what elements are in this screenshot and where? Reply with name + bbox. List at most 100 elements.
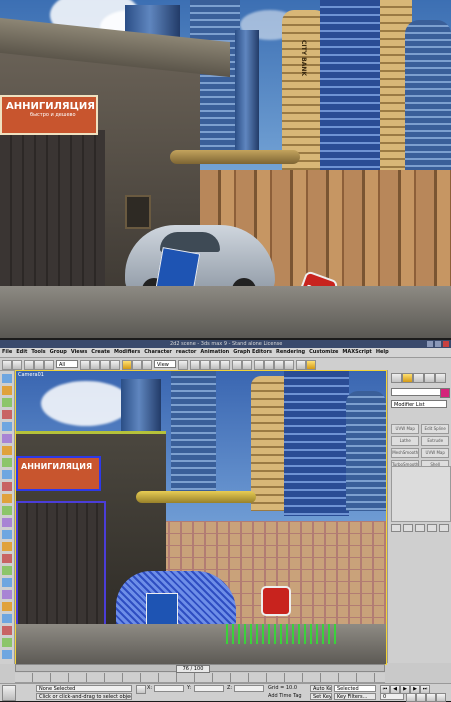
modifier-button[interactable]: Extrude bbox=[421, 436, 449, 446]
tool-icon[interactable] bbox=[2, 398, 12, 407]
schematic-view-icon[interactable] bbox=[274, 360, 284, 370]
reference-coordinate-dropdown[interactable]: View bbox=[154, 360, 176, 368]
zoom-icon[interactable] bbox=[406, 693, 416, 702]
configure-sets-icon[interactable] bbox=[439, 524, 449, 532]
rectangle-selection-icon[interactable] bbox=[100, 360, 110, 370]
window-crossing-icon[interactable] bbox=[110, 360, 120, 370]
undo-icon[interactable] bbox=[2, 360, 12, 370]
tool-icon[interactable] bbox=[2, 626, 12, 635]
key-selection-dropdown[interactable]: Selected bbox=[334, 685, 376, 692]
unlink-icon[interactable] bbox=[34, 360, 44, 370]
menu-modifiers[interactable]: Modifiers bbox=[112, 348, 142, 357]
viewport-label[interactable]: Camera01 bbox=[18, 372, 44, 378]
orbit-icon[interactable] bbox=[426, 693, 436, 702]
render-setup-icon[interactable] bbox=[296, 360, 306, 370]
modifier-stack[interactable] bbox=[391, 466, 451, 522]
tool-icon[interactable] bbox=[2, 494, 12, 503]
menu-views[interactable]: Views bbox=[69, 348, 89, 357]
align-icon[interactable] bbox=[242, 360, 252, 370]
modifier-button[interactable]: Lathe bbox=[391, 436, 420, 446]
modifier-list-dropdown[interactable]: Modifier List bbox=[391, 400, 447, 408]
key-filters-button[interactable]: Key Filters... bbox=[334, 693, 376, 700]
percent-snap-icon[interactable] bbox=[220, 360, 230, 370]
menu-tools[interactable]: Tools bbox=[29, 348, 47, 357]
time-slider-thumb[interactable]: 76 / 100 bbox=[176, 665, 210, 673]
modify-tab-icon[interactable] bbox=[402, 373, 413, 383]
auto-key-button[interactable]: Auto Key bbox=[310, 685, 332, 692]
pin-stack-icon[interactable] bbox=[391, 524, 401, 532]
track-bar[interactable] bbox=[15, 673, 385, 683]
link-icon[interactable] bbox=[24, 360, 34, 370]
menu-edit[interactable]: Edit bbox=[14, 348, 29, 357]
tool-icon[interactable] bbox=[2, 518, 12, 527]
tool-icon[interactable] bbox=[2, 374, 12, 383]
object-name-field[interactable] bbox=[391, 388, 447, 396]
tool-icon[interactable] bbox=[2, 386, 12, 395]
select-scale-icon[interactable] bbox=[142, 360, 152, 370]
tool-icon[interactable] bbox=[2, 554, 12, 563]
tool-icon[interactable] bbox=[2, 434, 12, 443]
z-coordinate-field[interactable] bbox=[234, 685, 264, 692]
angle-snap-icon[interactable] bbox=[210, 360, 220, 370]
modifier-button[interactable]: Edit Spline bbox=[421, 424, 449, 434]
display-tab-icon[interactable] bbox=[435, 373, 446, 383]
bind-space-warp-icon[interactable] bbox=[44, 360, 54, 370]
maximize-icon[interactable] bbox=[435, 341, 441, 347]
tool-icon[interactable] bbox=[2, 458, 12, 467]
tool-icon[interactable] bbox=[2, 410, 12, 419]
maxscript-listener-icon[interactable] bbox=[2, 685, 16, 701]
menu-rendering[interactable]: Rendering bbox=[274, 348, 307, 357]
tool-icon[interactable] bbox=[2, 542, 12, 551]
pan-icon[interactable] bbox=[416, 693, 426, 702]
menu-character[interactable]: Character bbox=[142, 348, 174, 357]
tool-icon[interactable] bbox=[2, 650, 12, 659]
close-icon[interactable] bbox=[443, 341, 449, 347]
make-unique-icon[interactable] bbox=[415, 524, 425, 532]
select-object-icon[interactable] bbox=[80, 360, 90, 370]
show-end-result-icon[interactable] bbox=[403, 524, 413, 532]
tool-icon[interactable] bbox=[2, 446, 12, 455]
pivot-icon[interactable] bbox=[178, 360, 188, 370]
material-editor-icon[interactable] bbox=[284, 360, 294, 370]
tool-icon[interactable] bbox=[2, 590, 12, 599]
mirror-icon[interactable] bbox=[232, 360, 242, 370]
object-color-swatch[interactable] bbox=[440, 388, 450, 398]
tool-icon[interactable] bbox=[2, 482, 12, 491]
motion-tab-icon[interactable] bbox=[424, 373, 435, 383]
layer-manager-icon[interactable] bbox=[254, 360, 264, 370]
tool-icon[interactable] bbox=[2, 422, 12, 431]
snap-icon[interactable] bbox=[200, 360, 210, 370]
tool-icon[interactable] bbox=[2, 566, 12, 575]
create-tab-icon[interactable] bbox=[391, 373, 402, 383]
current-frame-field[interactable]: 0 bbox=[380, 693, 404, 700]
tool-icon[interactable] bbox=[2, 614, 12, 623]
redo-icon[interactable] bbox=[12, 360, 22, 370]
menu-maxscript[interactable]: MAXScript bbox=[340, 348, 373, 357]
menu-reactor[interactable]: reactor bbox=[174, 348, 199, 357]
tool-icon[interactable] bbox=[2, 506, 12, 515]
select-rotate-icon[interactable] bbox=[132, 360, 142, 370]
modifier-button[interactable]: UVW Map bbox=[391, 424, 420, 434]
time-slider[interactable]: 76 / 100 bbox=[15, 664, 385, 673]
minimize-icon[interactable] bbox=[427, 341, 433, 347]
camera-viewport[interactable]: Camera01 АННИГИЛЯЦИЯ bbox=[15, 370, 387, 665]
select-move-icon[interactable] bbox=[122, 360, 132, 370]
y-coordinate-field[interactable] bbox=[194, 685, 224, 692]
lock-selection-icon[interactable] bbox=[136, 685, 146, 694]
tool-icon[interactable] bbox=[2, 578, 12, 587]
quick-render-icon[interactable] bbox=[306, 360, 316, 370]
menu-animation[interactable]: Animation bbox=[198, 348, 231, 357]
tool-icon[interactable] bbox=[2, 602, 12, 611]
remove-modifier-icon[interactable] bbox=[427, 524, 437, 532]
modifier-button[interactable]: MeshSmooth bbox=[391, 448, 420, 458]
menu-graph-editors[interactable]: Graph Editors bbox=[231, 348, 274, 357]
set-key-button[interactable]: Set Key bbox=[310, 693, 332, 700]
x-coordinate-field[interactable] bbox=[154, 685, 184, 692]
modifier-button[interactable]: UVW Map bbox=[421, 448, 449, 458]
tool-icon[interactable] bbox=[2, 530, 12, 539]
maximize-viewport-icon[interactable] bbox=[436, 693, 446, 702]
menu-file[interactable]: File bbox=[0, 348, 14, 357]
add-time-tag[interactable]: Add Time Tag bbox=[268, 693, 302, 700]
menu-group[interactable]: Group bbox=[48, 348, 69, 357]
menu-create[interactable]: Create bbox=[89, 348, 112, 357]
